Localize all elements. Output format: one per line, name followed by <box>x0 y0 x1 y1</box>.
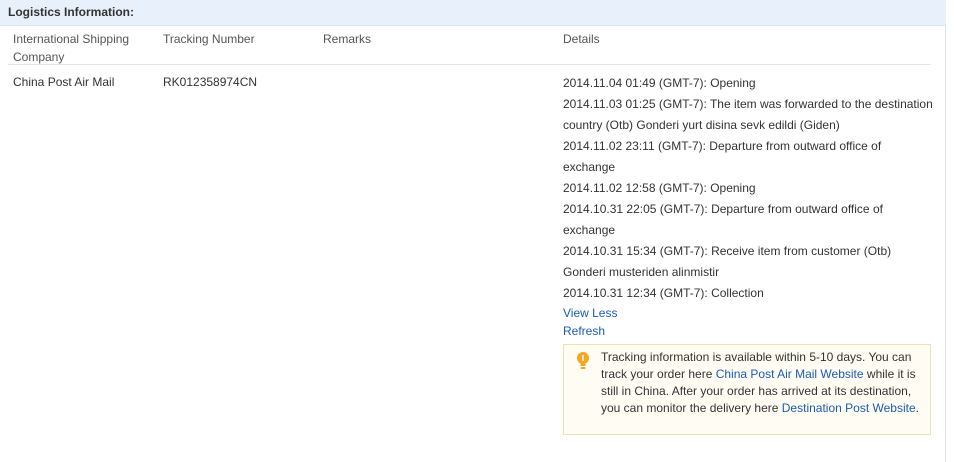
tracking-number-cell: RK012358974CN <box>163 75 258 89</box>
tracking-event: 2014.10.31 12:34 (GMT-7): Collection <box>563 286 764 300</box>
section-title: Logistics Information: <box>8 5 134 19</box>
tracking-event: 2014.11.02 23:11 (GMT-7): Departure from… <box>563 139 882 174</box>
company-cell: China Post Air Mail <box>13 75 115 89</box>
view-less-link[interactable]: View Less <box>563 304 933 322</box>
header-tracking-number: Tracking Number <box>163 32 255 46</box>
header-details: Details <box>563 32 600 46</box>
tracking-event: 2014.11.02 12:58 (GMT-7): Opening <box>563 181 756 195</box>
header-remarks: Remarks <box>323 32 372 46</box>
tracking-event: 2014.10.31 15:34 (GMT-7): Receive item f… <box>563 244 892 279</box>
details-cell: 2014.11.04 01:49 (GMT-7): Opening 2014.1… <box>563 73 933 340</box>
lightbulb-icon <box>577 352 589 369</box>
tracking-event: 2014.11.03 01:25 (GMT-7): The item was f… <box>563 97 933 132</box>
logistics-panel: Logistics Information: International Shi… <box>0 0 946 462</box>
notice-text: Tracking information is available within… <box>601 349 923 417</box>
section-header: Logistics Information: <box>0 0 946 26</box>
header-company: International Shipping Company <box>13 32 130 64</box>
tracking-notice: Tracking information is available within… <box>563 344 931 435</box>
header-divider <box>8 64 931 65</box>
refresh-link[interactable]: Refresh <box>563 322 933 340</box>
china-post-website-link[interactable]: China Post Air Mail Website <box>716 367 864 381</box>
tracking-event: 2014.10.31 22:05 (GMT-7): Departure from… <box>563 202 883 237</box>
notice-text-part: . <box>915 401 919 415</box>
destination-post-website-link[interactable]: Destination Post Website <box>782 401 916 415</box>
tracking-event: 2014.11.04 01:49 (GMT-7): Opening <box>563 76 756 90</box>
